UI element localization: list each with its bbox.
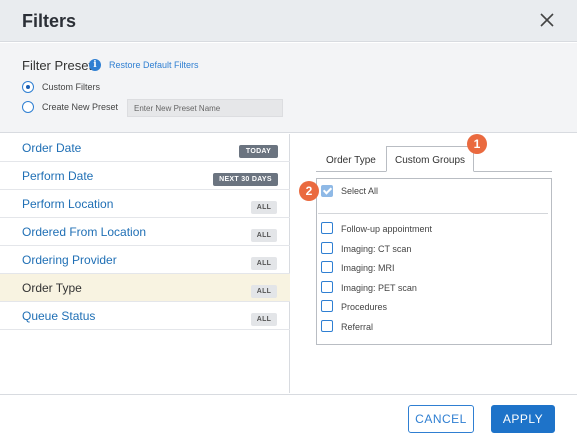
filter-value-badge: NEXT 30 DAYS [213,173,278,186]
filter-label: Perform Date [22,169,94,183]
custom-groups-panel [316,178,552,345]
group-label: Imaging: MRI [341,263,395,273]
create-new-preset-label: Create New Preset [42,102,119,112]
group-checkbox-mri[interactable] [321,261,333,273]
group-checkbox-follow-up[interactable] [321,222,333,234]
select-all-checkbox[interactable] [321,185,333,197]
dialog-title: Filters [22,11,77,31]
filter-row-order-date[interactable]: Order Date TODAY [0,134,290,162]
close-icon[interactable] [536,9,558,31]
filter-presets-section: Filter Presets i Restore Default Filters… [0,43,577,133]
filter-label: Queue Status [22,309,96,323]
filter-value-badge: ALL [251,229,277,242]
filter-list: Order Date TODAY Perform Date NEXT 30 DA… [0,134,290,393]
filter-value-badge: ALL [251,313,277,326]
filter-label: Order Type [22,281,82,295]
filter-label: Ordering Provider [22,253,117,267]
filter-value-badge: ALL [251,285,277,298]
group-checkbox-ct-scan[interactable] [321,242,333,254]
restore-default-filters-link[interactable]: Restore Default Filters [109,60,199,70]
filter-row-ordered-from-location[interactable]: Ordered From Location ALL [0,218,290,246]
filter-value-badge: ALL [251,257,277,270]
group-checkbox-pet-scan[interactable] [321,281,333,293]
select-all-label: Select All [341,186,379,196]
filter-value-badge: ALL [251,201,277,214]
tab-order-type[interactable]: Order Type [326,155,376,166]
group-label: Referral [341,322,374,332]
filter-row-order-type[interactable]: Order Type ALL [0,274,290,302]
tab-custom-groups[interactable]: Custom Groups [386,146,474,172]
dialog-header: Filters [0,0,577,42]
filter-label: Order Date [22,141,82,155]
filter-row-ordering-provider[interactable]: Ordering Provider ALL [0,246,290,274]
group-checkbox-referral[interactable] [321,320,333,332]
filter-label: Perform Location [22,197,114,211]
filter-presets-heading: Filter Presets [22,58,99,73]
group-checkbox-procedures[interactable] [321,300,333,312]
filter-label: Ordered From Location [22,225,147,239]
create-new-preset-radio[interactable] [22,101,34,113]
group-label: Procedures [341,302,388,312]
step-callout-2: 2 [299,181,319,201]
apply-button[interactable]: APPLY [491,405,555,433]
custom-filters-label: Custom Filters [42,82,101,92]
group-label: Follow-up appointment [341,224,433,234]
filter-value-badge: TODAY [239,145,278,158]
group-label: Imaging: CT scan [341,244,412,254]
step-callout-1: 1 [467,134,487,154]
info-icon[interactable]: i [89,59,101,71]
group-label: Imaging: PET scan [341,283,417,293]
new-preset-name-input[interactable] [127,99,283,117]
filter-row-perform-date[interactable]: Perform Date NEXT 30 DAYS [0,162,290,190]
cancel-button[interactable]: CANCEL [408,405,474,433]
select-all-divider [318,213,548,214]
custom-filters-radio[interactable] [22,81,34,93]
filter-row-perform-location[interactable]: Perform Location ALL [0,190,290,218]
filter-row-queue-status[interactable]: Queue Status ALL [0,302,290,330]
